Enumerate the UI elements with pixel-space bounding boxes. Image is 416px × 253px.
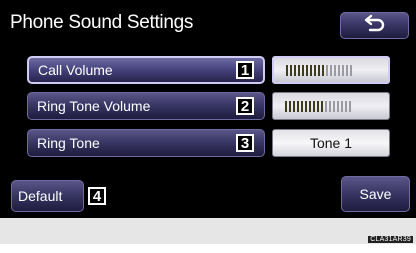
volume-segment <box>345 100 347 112</box>
volume-segment <box>337 100 339 112</box>
callout-number-4: 4 <box>88 187 106 205</box>
volume-segment <box>322 64 324 76</box>
volume-segment <box>326 64 328 76</box>
volume-segment <box>346 64 348 76</box>
volume-segment <box>334 64 336 76</box>
volume-segment <box>293 100 295 112</box>
volume-segment <box>298 64 300 76</box>
ring-tone-volume-button[interactable]: Ring Tone Volume <box>27 92 265 120</box>
image-code: CLA31AR39 <box>368 236 413 243</box>
volume-segment <box>302 64 304 76</box>
volume-segment <box>341 100 343 112</box>
call-volume-meter[interactable] <box>272 56 390 84</box>
volume-segment <box>301 100 303 112</box>
bottom-margin: CLA31AR39 <box>0 218 416 244</box>
volume-segment <box>305 100 307 112</box>
save-button[interactable]: Save <box>341 176 410 212</box>
volume-segment <box>333 100 335 112</box>
volume-segment <box>313 100 315 112</box>
default-button[interactable]: Default <box>11 180 84 212</box>
volume-segment <box>342 64 344 76</box>
volume-segment <box>289 100 291 112</box>
volume-segment <box>309 100 311 112</box>
ring-tone-button[interactable]: Ring Tone <box>27 129 265 157</box>
volume-segment <box>349 100 351 112</box>
ring-tone-volume-label: Ring Tone Volume <box>37 98 151 114</box>
volume-segment <box>294 64 296 76</box>
call-volume-label: Call Volume <box>38 62 113 78</box>
volume-segment <box>297 100 299 112</box>
volume-segment <box>338 64 340 76</box>
volume-segment <box>350 64 352 76</box>
volume-segment <box>325 100 327 112</box>
save-label: Save <box>359 186 392 202</box>
volume-segment <box>329 100 331 112</box>
volume-segment <box>286 64 288 76</box>
volume-segment <box>314 64 316 76</box>
callout-number-2: 2 <box>236 97 254 115</box>
return-arrow-icon <box>363 13 387 38</box>
ring-tone-volume-meter[interactable] <box>272 92 390 120</box>
volume-segment <box>330 64 332 76</box>
volume-segment <box>285 100 287 112</box>
ring-tone-value-box[interactable]: Tone 1 <box>272 129 390 157</box>
page-title: Phone Sound Settings <box>10 12 194 33</box>
back-button[interactable] <box>340 12 409 39</box>
volume-segment <box>310 64 312 76</box>
volume-segment <box>290 64 292 76</box>
call-volume-button[interactable]: Call Volume <box>27 56 265 84</box>
ring-tone-value: Tone 1 <box>309 135 353 151</box>
volume-segment <box>321 100 323 112</box>
volume-segment <box>306 64 308 76</box>
volume-segment <box>317 100 319 112</box>
callout-number-3: 3 <box>236 134 254 152</box>
default-label: Default <box>18 188 63 204</box>
callout-number-1: 1 <box>236 61 254 79</box>
volume-segment <box>318 64 320 76</box>
phone-sound-settings-screen: Phone Sound Settings Call Volume 1 Ring … <box>0 0 416 218</box>
ring-tone-label: Ring Tone <box>37 135 100 151</box>
